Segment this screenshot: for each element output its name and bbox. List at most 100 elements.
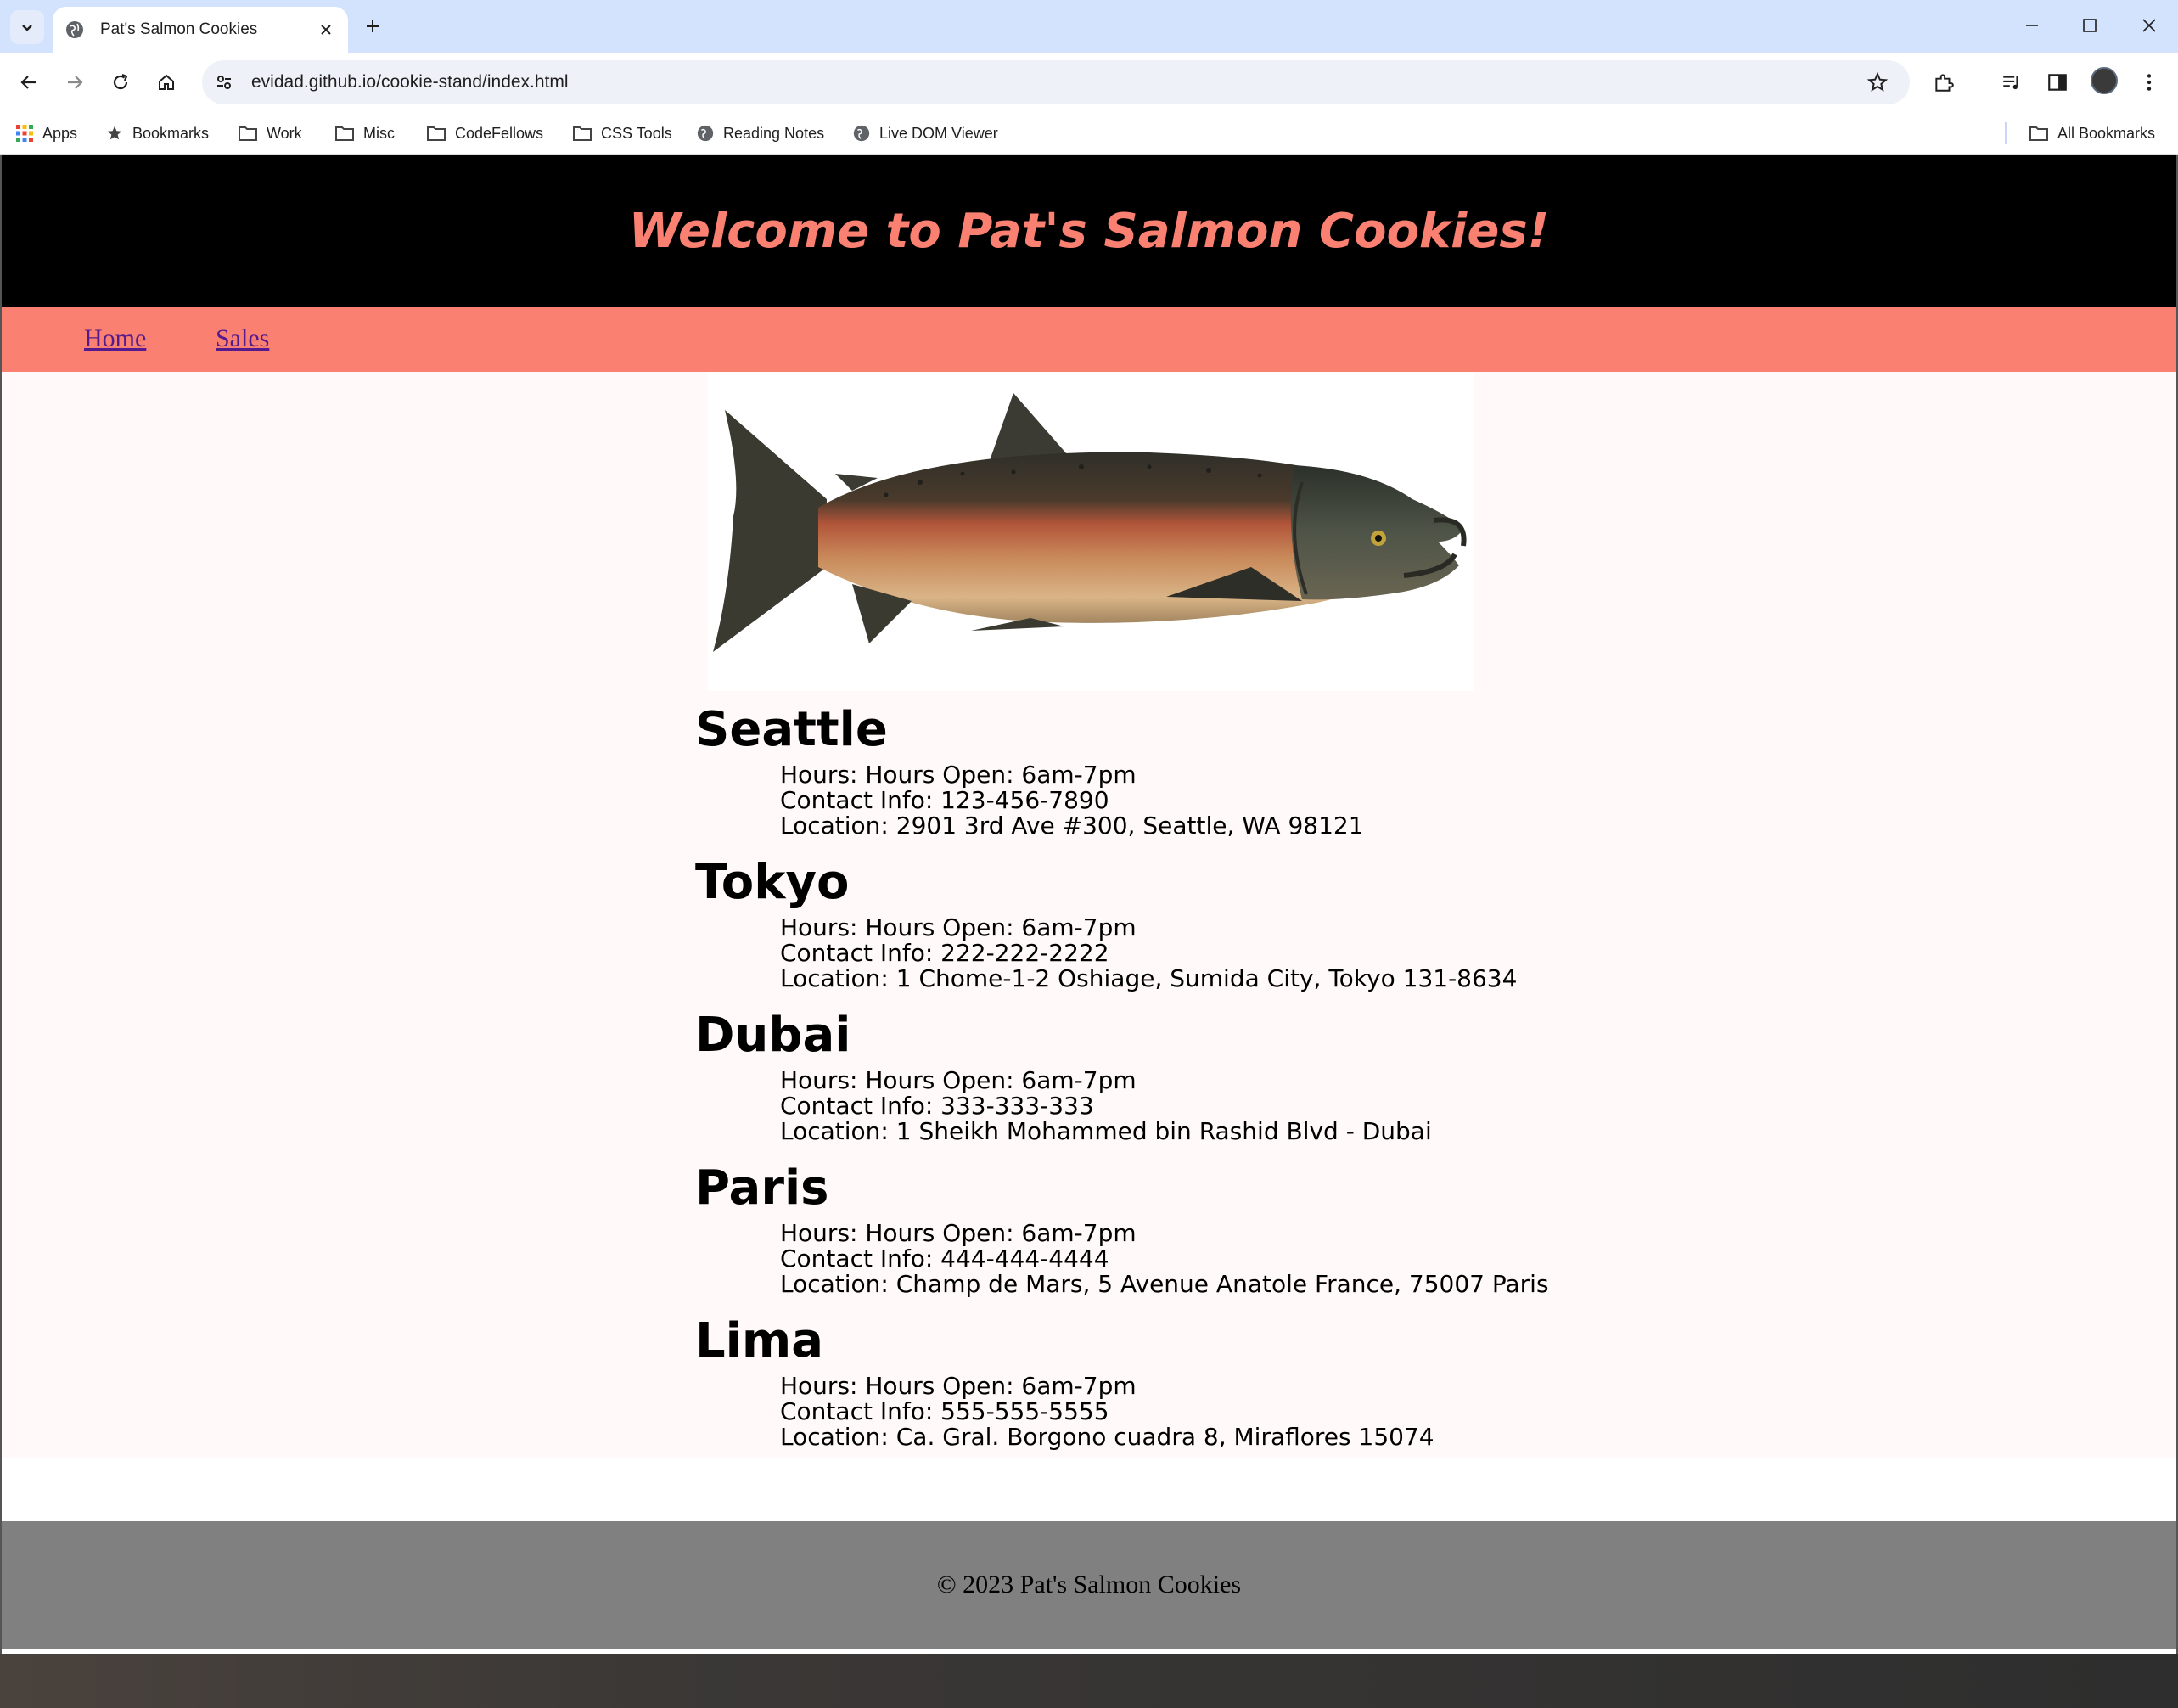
back-arrow-icon bbox=[20, 76, 36, 89]
site-info-button[interactable] bbox=[205, 64, 243, 101]
store-contact: Contact Info: 123-456-7890 bbox=[780, 786, 1109, 814]
store-details: Hours: Hours Open: 6am-7pm Contact Info:… bbox=[780, 915, 1517, 992]
bookmark-bookmarks[interactable]: Bookmarks bbox=[105, 121, 209, 146]
bookmark-label: CSS Tools bbox=[601, 124, 672, 142]
all-bookmarks-button[interactable]: All Bookmarks bbox=[2029, 121, 2155, 146]
store-name: Seattle bbox=[695, 702, 888, 757]
desktop-background-strip bbox=[0, 1654, 2178, 1708]
store-hours: Hours: Hours Open: 6am-7pm bbox=[780, 1066, 1137, 1094]
site-nav: Home Sales bbox=[2, 307, 2176, 372]
store-location: Location: 1 Sheikh Mohammed bin Rashid B… bbox=[780, 1117, 1432, 1145]
nav-link-home[interactable]: Home bbox=[84, 324, 146, 353]
minimize-button[interactable] bbox=[2008, 8, 2056, 42]
star-outline-icon bbox=[1866, 71, 1889, 92]
bookmark-label: Live DOM Viewer bbox=[879, 124, 998, 142]
tune-icon bbox=[217, 76, 231, 89]
store-location: Location: Champ de Mars, 5 Avenue Anatol… bbox=[780, 1270, 1549, 1298]
bookmark-star-button[interactable] bbox=[1859, 64, 1896, 101]
store-name: Tokyo bbox=[695, 855, 850, 910]
forward-arrow-icon bbox=[68, 76, 83, 89]
puzzle-icon bbox=[1935, 74, 1954, 92]
media-controls-button[interactable] bbox=[1993, 64, 2030, 101]
store-location: Location: 1 Chome-1-2 Oshiage, Sumida Ci… bbox=[780, 964, 1518, 992]
bookmark-folder-codefellows[interactable]: CodeFellows bbox=[426, 121, 543, 146]
maximize-button[interactable] bbox=[2066, 8, 2113, 42]
tab-strip: Pat's Salmon Cookies bbox=[0, 0, 2178, 53]
bookmark-label: CodeFellows bbox=[455, 124, 544, 142]
tab-title: Pat's Salmon Cookies bbox=[100, 20, 258, 38]
url-text: evidad.github.io/cookie-stand/index.html bbox=[251, 72, 569, 92]
site-footer: © 2023 Pat's Salmon Cookies bbox=[2, 1521, 2176, 1649]
store-hours: Hours: Hours Open: 6am-7pm bbox=[780, 1219, 1137, 1247]
site-header: Welcome to Pat's Salmon Cookies! bbox=[2, 155, 2176, 307]
store-name: Lima bbox=[695, 1313, 824, 1368]
bookmark-folder-css-tools[interactable]: CSS Tools bbox=[572, 121, 672, 146]
folder-icon bbox=[2029, 126, 2048, 141]
bookmark-apps[interactable]: Apps bbox=[15, 121, 77, 146]
folder-icon bbox=[427, 126, 446, 141]
store-contact: Contact Info: 555-555-5555 bbox=[780, 1397, 1109, 1425]
bookmark-label: Work bbox=[267, 124, 302, 142]
store-details: Hours: Hours Open: 6am-7pm Contact Info:… bbox=[780, 1374, 1434, 1450]
main-content: Seattle Hours: Hours Open: 6am-7pm Conta… bbox=[2, 372, 2176, 1458]
folder-icon bbox=[239, 126, 257, 141]
bookmark-folder-misc[interactable]: Misc bbox=[334, 121, 395, 146]
salmon-image bbox=[708, 372, 1474, 691]
side-panel-icon bbox=[2048, 74, 2067, 91]
nav-link-sales[interactable]: Sales bbox=[216, 324, 269, 353]
store-details: Hours: Hours Open: 6am-7pm Contact Info:… bbox=[780, 762, 1364, 839]
globe-icon bbox=[66, 21, 83, 38]
bookmark-live-dom-viewer[interactable]: Live DOM Viewer bbox=[852, 121, 998, 146]
folder-icon bbox=[573, 126, 592, 141]
all-bookmarks-label: All Bookmarks bbox=[2057, 124, 2156, 142]
salmon-illustration bbox=[713, 393, 1467, 652]
chevron-down-icon bbox=[22, 25, 32, 31]
folder-icon bbox=[335, 126, 354, 141]
reload-button[interactable] bbox=[102, 64, 139, 101]
store-contact: Contact Info: 444-444-4444 bbox=[780, 1244, 1109, 1273]
store-card: Seattle Hours: Hours Open: 6am-7pm Conta… bbox=[695, 705, 1364, 839]
plus-icon bbox=[367, 20, 379, 32]
bookmarks-bar: Apps Bookmarks Work Misc CodeFellows CSS… bbox=[0, 112, 2178, 155]
web-page: Welcome to Pat's Salmon Cookies! Home Sa… bbox=[0, 155, 2178, 1708]
store-hours: Hours: Hours Open: 6am-7pm bbox=[780, 761, 1137, 789]
new-tab-button[interactable] bbox=[356, 10, 389, 42]
store-hours: Hours: Hours Open: 6am-7pm bbox=[780, 1372, 1137, 1400]
back-button[interactable] bbox=[10, 64, 48, 101]
store-details: Hours: Hours Open: 6am-7pm Contact Info:… bbox=[780, 1068, 1432, 1144]
bookmark-label: Apps bbox=[42, 124, 78, 142]
tab-close-button[interactable] bbox=[316, 20, 336, 40]
forward-button[interactable] bbox=[56, 64, 93, 101]
profile-avatar[interactable] bbox=[2091, 67, 2118, 94]
maximize-icon bbox=[2083, 19, 2097, 32]
home-button[interactable] bbox=[148, 64, 185, 101]
globe-icon bbox=[853, 125, 870, 142]
side-panel-button[interactable] bbox=[2039, 64, 2076, 101]
bookmark-label: Reading Notes bbox=[723, 124, 825, 142]
bookmark-folder-work[interactable]: Work bbox=[238, 121, 302, 146]
store-card: Dubai Hours: Hours Open: 6am-7pm Contact… bbox=[695, 1010, 1432, 1144]
kebab-menu-icon bbox=[2147, 74, 2152, 91]
store-card: Tokyo Hours: Hours Open: 6am-7pm Contact… bbox=[695, 857, 1517, 992]
apps-grid-icon bbox=[16, 125, 33, 142]
store-location: Location: 2901 3rd Ave #300, Seattle, WA… bbox=[780, 812, 1364, 840]
store-details: Hours: Hours Open: 6am-7pm Contact Info:… bbox=[780, 1221, 1549, 1297]
reload-icon bbox=[113, 73, 128, 90]
close-window-button[interactable] bbox=[2125, 8, 2173, 42]
store-name: Dubai bbox=[695, 1008, 851, 1063]
browser-tab[interactable]: Pat's Salmon Cookies bbox=[53, 7, 348, 53]
address-bar[interactable]: evidad.github.io/cookie-stand/index.html bbox=[202, 60, 1910, 104]
store-hours: Hours: Hours Open: 6am-7pm bbox=[780, 913, 1137, 941]
close-icon bbox=[321, 25, 331, 35]
site-title: Welcome to Pat's Salmon Cookies! bbox=[628, 203, 1550, 259]
extensions-button[interactable] bbox=[1925, 64, 1962, 101]
store-contact: Contact Info: 333-333-333 bbox=[780, 1092, 1094, 1120]
copyright-text: © 2023 Pat's Salmon Cookies bbox=[936, 1570, 1242, 1598]
menu-button[interactable] bbox=[2130, 64, 2168, 101]
bookmark-reading-notes[interactable]: Reading Notes bbox=[696, 121, 824, 146]
close-icon bbox=[2142, 19, 2156, 32]
store-location: Location: Ca. Gral. Borgono cuadra 8, Mi… bbox=[780, 1423, 1434, 1451]
star-icon bbox=[107, 126, 122, 140]
bookmark-label: Misc bbox=[363, 124, 395, 142]
tab-search-button[interactable] bbox=[10, 10, 44, 44]
